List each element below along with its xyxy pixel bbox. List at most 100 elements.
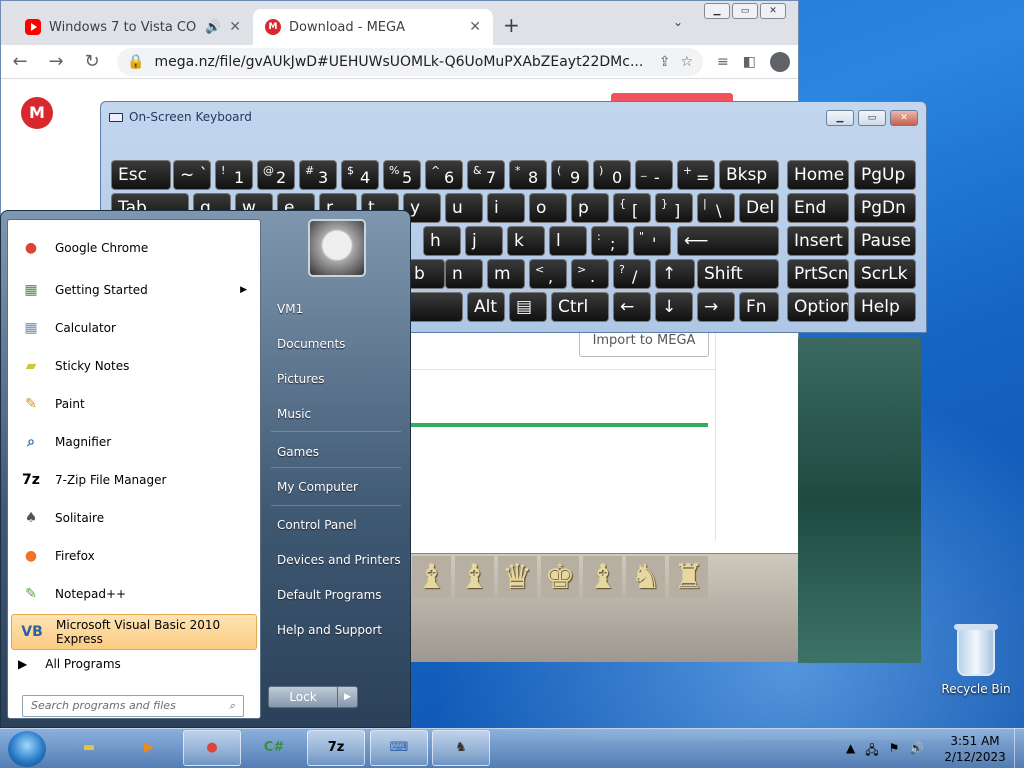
address-bar[interactable]: 🔒 mega.nz/file/gvAUkJwD#UEHUWsUOMLk-Q6Uo… [117, 47, 704, 76]
osk-key[interactable]: }] [655, 193, 693, 223]
chess-queen-icon[interactable]: ♛ [497, 556, 537, 598]
osk-key[interactable]: Esc [111, 160, 171, 190]
osk-key[interactable]: ) 0 [593, 160, 631, 190]
lock-icon[interactable]: 🔒 [127, 54, 144, 70]
start-program-item[interactable]: ▰ Sticky Notes [11, 348, 257, 384]
all-programs-button[interactable]: ▶ All Programs [18, 657, 258, 671]
start-right-item[interactable]: Games [277, 445, 319, 459]
start-right-item[interactable]: Music [277, 407, 311, 421]
close-tab-icon[interactable]: ✕ [469, 19, 481, 35]
volume-icon[interactable]: 🔊 [909, 741, 924, 762]
osk-key[interactable]: Del [739, 193, 779, 223]
taskbar-button[interactable]: ● [183, 730, 241, 766]
search-icon[interactable]: ⌕ [229, 699, 235, 713]
start-program-item[interactable]: ● Firefox [11, 538, 257, 574]
start-right-item[interactable]: Default Programs [277, 588, 382, 602]
taskbar-button[interactable]: C# [245, 730, 303, 766]
osk-key[interactable]: i [487, 193, 525, 223]
osk-key[interactable]: % 5 [383, 160, 421, 190]
taskbar-button[interactable]: 7z [307, 730, 365, 766]
forward-button[interactable]: → [45, 51, 67, 72]
osk-close-button[interactable]: ✕ [890, 110, 918, 126]
osk-key[interactable]: ▤ [509, 292, 547, 322]
start-program-item[interactable]: ✎ Paint [11, 386, 257, 422]
osk-key[interactable]: ? / [613, 259, 651, 289]
osk-key[interactable]: p [571, 193, 609, 223]
tab-youtube[interactable]: Windows 7 to Vista COMPLE 🔊 ✕ [13, 9, 253, 45]
start-search-input[interactable]: Search programs and files ⌕ [22, 695, 244, 717]
osk-key[interactable]: * 8 [509, 160, 547, 190]
osk-key[interactable]: Ctrl [551, 292, 609, 322]
chess-bishop-icon[interactable]: ♝ [454, 556, 494, 598]
start-program-item[interactable]: ✎ Notepad++ [11, 576, 257, 612]
lock-button[interactable]: Lock [268, 686, 338, 708]
osk-key[interactable]: PgDn [854, 193, 916, 223]
osk-key[interactable]: | \ [697, 193, 735, 223]
osk-key[interactable]: → [697, 292, 735, 322]
osk-key[interactable]: h [423, 226, 461, 256]
osk-key[interactable]: Help [854, 292, 916, 322]
osk-key[interactable]: j [465, 226, 503, 256]
osk-key[interactable]: l [549, 226, 587, 256]
taskbar-button[interactable]: ▶ [120, 730, 178, 766]
osk-key[interactable]: ~ ` [173, 160, 211, 190]
osk-maximize-button[interactable]: ▭ [858, 110, 886, 126]
osk-key[interactable]: ⟵ [677, 226, 779, 256]
start-right-item[interactable]: Documents [277, 337, 345, 351]
action-center-icon[interactable]: ⚑ [889, 741, 900, 762]
shutdown-options-arrow[interactable]: ▶ [338, 686, 358, 708]
osk-key[interactable]: n [445, 259, 483, 289]
start-right-item[interactable]: Help and Support [277, 623, 382, 637]
start-right-item[interactable]: Pictures [277, 372, 325, 386]
taskbar-button[interactable]: ⌨ [370, 730, 428, 766]
osk-key[interactable]: k [507, 226, 545, 256]
media-control-icon[interactable]: ≡ [717, 54, 729, 70]
osk-key[interactable]: u [445, 193, 483, 223]
osk-key[interactable]: <, [529, 259, 567, 289]
osk-key[interactable]: Shift [697, 259, 779, 289]
osk-key[interactable]: :; [591, 226, 629, 256]
osk-key[interactable]: " ' [633, 226, 671, 256]
osk-key[interactable]: m [487, 259, 525, 289]
osk-key[interactable]: Insert [787, 226, 849, 256]
show-desktop-button[interactable] [1014, 728, 1024, 768]
osk-key[interactable]: + = [677, 160, 715, 190]
close-tab-icon[interactable]: ✕ [229, 19, 241, 35]
network-icon[interactable]: 🖧 [865, 741, 878, 762]
new-tab-button[interactable]: + [503, 13, 520, 37]
osk-key[interactable]: #3 [299, 160, 337, 190]
osk-key[interactable]: Bksp [719, 160, 779, 190]
tray-expand-icon[interactable]: ▲ [846, 741, 855, 762]
start-right-item[interactable]: My Computer [277, 480, 358, 494]
osk-key[interactable] [407, 292, 463, 322]
osk-key[interactable]: ↑ [655, 259, 695, 289]
mega-logo[interactable]: M [21, 97, 53, 129]
osk-key[interactable]: (9 [551, 160, 589, 190]
start-program-item[interactable]: ♠ Solitaire [11, 500, 257, 536]
chess-rook-icon[interactable]: ♜ [669, 556, 709, 598]
osk-key[interactable]: Options [787, 292, 849, 322]
clock[interactable]: 3:51 AM 2/12/2023 [942, 733, 1008, 765]
osk-minimize-button[interactable]: ▁ [826, 110, 854, 126]
osk-key[interactable]: ↓ [655, 292, 693, 322]
osk-key[interactable]: ← [613, 292, 651, 322]
tab-mega[interactable]: M Download - MEGA ✕ [253, 9, 493, 45]
osk-key[interactable]: Pause [854, 226, 916, 256]
osk-key[interactable]: $4 [341, 160, 379, 190]
start-program-item[interactable]: 7z 7-Zip File Manager [11, 462, 257, 498]
osk-key[interactable]: ! 1 [215, 160, 253, 190]
start-right-item[interactable]: Control Panel [277, 518, 357, 532]
bookmark-star-icon[interactable]: ☆ [680, 54, 693, 70]
chess-pawn-icon[interactable]: ♝ [412, 556, 451, 598]
profile-avatar[interactable] [770, 51, 790, 72]
tab-search-button[interactable]: ⌄ [673, 15, 683, 29]
close-window-button[interactable]: ✕ [760, 3, 786, 19]
osk-key[interactable]: End [787, 193, 849, 223]
osk-key[interactable]: PrtScn [787, 259, 849, 289]
osk-key[interactable]: _ - [635, 160, 673, 190]
chess-knight-icon[interactable]: ♞ [626, 556, 666, 598]
share-icon[interactable]: ⇪ [659, 54, 671, 70]
chess-bishop-icon[interactable]: ♝ [583, 556, 623, 598]
osk-key[interactable]: @2 [257, 160, 295, 190]
url-text[interactable]: mega.nz/file/gvAUkJwD#UEHUWsUOMLk-Q6UoMu… [154, 54, 648, 70]
